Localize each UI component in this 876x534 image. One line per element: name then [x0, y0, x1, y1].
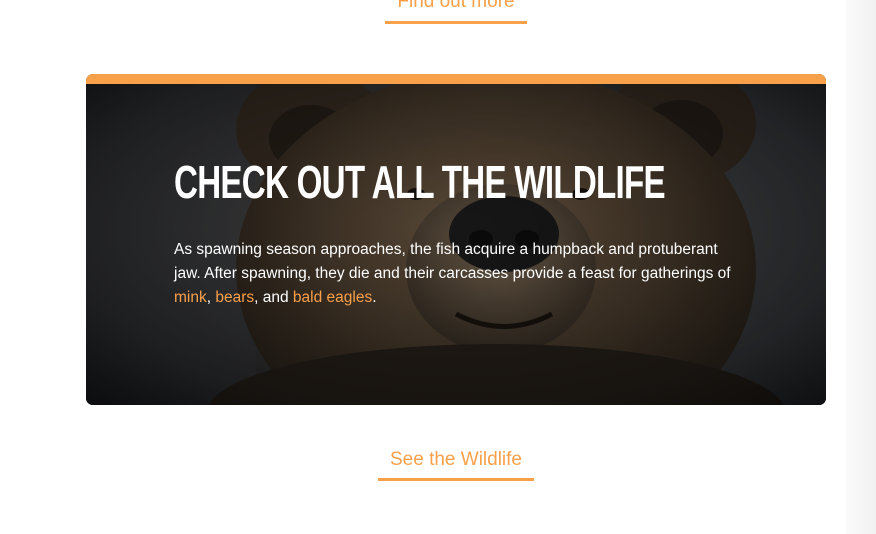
hero-text-end: .	[372, 289, 377, 306]
hero-text-sep-2: , and	[254, 289, 293, 306]
see-the-wildlife-link[interactable]: See the Wildlife	[378, 449, 534, 481]
hero-accent-bar	[86, 74, 826, 84]
hero-description: As spawning season approaches, the fish …	[174, 238, 734, 310]
hero-text-intro: As spawning season approaches, the fish …	[174, 241, 731, 282]
page: Find out more CHECK OUT ALL THE WILDLIFE…	[0, 0, 876, 534]
bald-eagles-link[interactable]: bald eagles	[293, 289, 372, 306]
hero-content: Check out all the wildlife As spawning s…	[174, 156, 734, 310]
wildlife-hero-card: Check out all the wildlife As spawning s…	[86, 74, 826, 405]
scroll-gutter[interactable]	[846, 0, 876, 534]
bears-link[interactable]: bears	[215, 289, 254, 306]
hero-title: Check out all the wildlife	[174, 156, 666, 208]
mink-link[interactable]: mink	[174, 289, 207, 306]
find-out-more-link[interactable]: Find out more	[385, 0, 527, 24]
